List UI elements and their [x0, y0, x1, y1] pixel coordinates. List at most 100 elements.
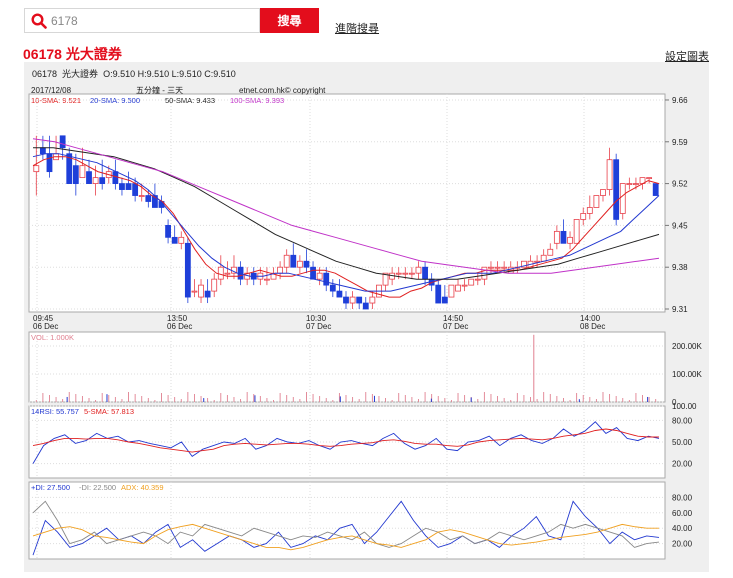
- volume-tick-label: 200.00K: [672, 342, 702, 351]
- candle-down: [323, 272, 330, 286]
- search-icon: [31, 13, 47, 29]
- candle-up: [600, 189, 606, 196]
- candle-down: [184, 242, 191, 298]
- candle-up: [580, 213, 587, 220]
- candle-up: [468, 278, 475, 286]
- candle-up: [461, 284, 468, 287]
- date-tick-label: 07 Dec: [443, 322, 468, 331]
- candle-up: [415, 266, 422, 274]
- candle-up: [573, 219, 580, 244]
- candle-up: [606, 159, 613, 190]
- price-tick-label: 9.38: [672, 263, 688, 272]
- search-field[interactable]: [24, 8, 260, 33]
- rsi-tick-label: 100.00: [672, 402, 697, 411]
- candle-up: [501, 266, 508, 269]
- candle-up: [277, 266, 284, 274]
- candle-down: [652, 183, 659, 196]
- candle-down: [329, 284, 336, 292]
- candle-up: [178, 236, 185, 244]
- chart-interval: 五分鐘 - 三天: [136, 85, 183, 95]
- candle-up: [494, 266, 501, 269]
- candle-up: [217, 266, 224, 280]
- candle-up: [455, 284, 461, 292]
- price-tick-label: 9.59: [672, 138, 688, 147]
- stock-code: 06178: [23, 46, 62, 62]
- candle-down: [112, 171, 119, 184]
- search-input[interactable]: [51, 11, 251, 30]
- candle-up: [369, 296, 376, 304]
- candle-down: [441, 296, 448, 304]
- candle-down: [613, 159, 620, 220]
- rsi-label: 14RSI: 55.757: [31, 407, 79, 416]
- dmi-tick-label: 80.00: [672, 493, 693, 502]
- candle-up: [619, 183, 626, 214]
- candle-down: [435, 284, 442, 304]
- candle-down: [560, 230, 567, 244]
- candle-up: [553, 230, 560, 244]
- candle-down: [343, 296, 349, 304]
- pdi-label: +DI: 27.500: [31, 483, 70, 492]
- candle-down: [310, 266, 316, 280]
- volume-label: VOL: 1.000K: [31, 333, 74, 342]
- candle-up: [395, 272, 402, 275]
- candle-down: [290, 254, 297, 268]
- price-tick-label: 9.31: [672, 305, 688, 314]
- candle-down: [72, 165, 79, 184]
- dmi-tick-label: 40.00: [672, 524, 693, 533]
- date-tick-label: 07 Dec: [306, 322, 331, 331]
- chart-panel: 06178 光大證券 O:9.510 H:9.510 L:9.510 C:9.5…: [24, 62, 709, 572]
- legend-50-sma: 50-SMA: 9.433: [165, 96, 215, 105]
- date-tick-label: 06 Dec: [33, 322, 58, 331]
- candle-up: [138, 195, 145, 197]
- candle-up: [547, 248, 554, 256]
- candle-up: [92, 177, 99, 184]
- candle-up: [33, 165, 40, 173]
- dmi-tick-label: 20.00: [672, 540, 693, 549]
- candle-down: [46, 153, 53, 173]
- candle-down: [132, 183, 139, 196]
- candle-down: [362, 302, 369, 310]
- candle-down: [422, 266, 428, 280]
- candle-up: [402, 272, 409, 275]
- chart-credit: etnet.com.hk© copyright: [239, 86, 326, 95]
- candle-down: [303, 260, 310, 268]
- candle-down: [39, 147, 46, 155]
- candle-up: [316, 272, 323, 280]
- price-tick-label: 9.45: [672, 221, 688, 230]
- date-tick-label: 08 Dec: [580, 322, 605, 331]
- candle-up: [646, 177, 653, 180]
- adx-label: ADX: 40.359: [121, 483, 164, 492]
- candle-up: [349, 296, 356, 304]
- mdi-label: -DI: 22.500: [79, 483, 116, 492]
- candle-up: [224, 272, 231, 275]
- volume-tick-label: 100.00K: [672, 370, 702, 379]
- candle-up: [296, 260, 303, 268]
- candle-up: [586, 207, 593, 214]
- date-tick-label: 06 Dec: [167, 322, 192, 331]
- search-button[interactable]: 搜尋: [260, 8, 319, 33]
- rsi-sma-label: 5-SMA: 57.813: [84, 407, 134, 416]
- candle-down: [119, 183, 125, 190]
- candle-up: [474, 278, 481, 281]
- price-tick-label: 9.52: [672, 180, 688, 189]
- candle-down: [59, 135, 66, 149]
- dmi-tick-label: 60.00: [672, 509, 693, 518]
- candle-down: [356, 296, 363, 304]
- stock-name: 光大證券: [65, 46, 122, 62]
- advanced-search-link[interactable]: 進階搜尋: [335, 20, 379, 36]
- page-title: 06178 光大證券: [23, 44, 122, 64]
- legend-100-sma: 100-SMA: 9.393: [230, 96, 284, 105]
- candle-down: [336, 290, 343, 298]
- candle-down: [165, 224, 171, 238]
- candle-up: [408, 272, 415, 275]
- candle-up: [283, 254, 290, 268]
- candle-down: [171, 236, 178, 244]
- candle-up: [633, 183, 639, 185]
- price-tick-label: 9.66: [672, 96, 688, 105]
- candle-up: [79, 165, 86, 179]
- rsi-tick-label: 50.00: [672, 438, 693, 447]
- candle-up: [198, 284, 204, 298]
- candle-up: [264, 278, 270, 281]
- candle-down: [99, 177, 106, 184]
- stock-chart: 2017/12/08 五分鐘 - 三天 etnet.com.hk© copyrigh…: [28, 85, 702, 560]
